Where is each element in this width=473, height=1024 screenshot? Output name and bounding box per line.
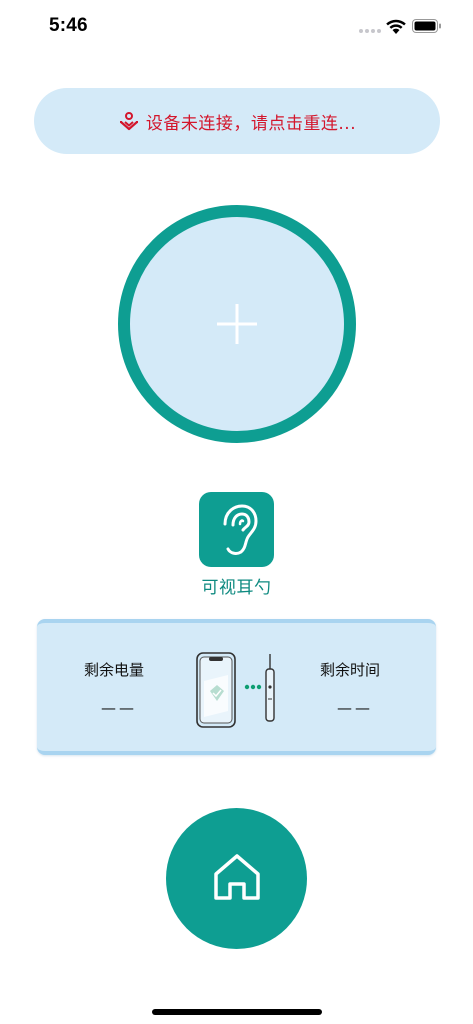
device-tile[interactable] (199, 492, 274, 567)
battery-icon (412, 19, 441, 33)
plus-icon (217, 304, 257, 344)
connection-dots-icon (244, 684, 262, 690)
battery-label: 剩余电量 (84, 661, 145, 679)
remaining-time-label: 剩余时间 (320, 661, 381, 679)
status-bar: 5:46 (0, 0, 473, 54)
home-icon (214, 854, 260, 900)
reconnect-banner[interactable]: 设备未连接，请点击重连... (34, 88, 440, 154)
reconnect-message: 设备未连接，请点击重连... (145, 113, 357, 134)
device-name: 可视耳勺 (201, 578, 272, 598)
status-time: 5:46 (49, 15, 88, 36)
phone-icon (196, 652, 236, 728)
home-button[interactable] (166, 808, 307, 949)
otoscope-icon (265, 654, 275, 722)
home-indicator[interactable] (152, 1009, 322, 1015)
cellular-signal-icon (359, 29, 381, 34)
remaining-time-value: —— (337, 699, 373, 717)
wifi-icon (386, 19, 406, 34)
disconnected-device-icon (119, 112, 138, 131)
ear-icon (223, 504, 258, 555)
battery-value: —— (101, 699, 137, 717)
device-status-card: 剩余电量 —— 剩余时间 —— (37, 619, 436, 755)
add-device-button[interactable] (118, 205, 356, 443)
